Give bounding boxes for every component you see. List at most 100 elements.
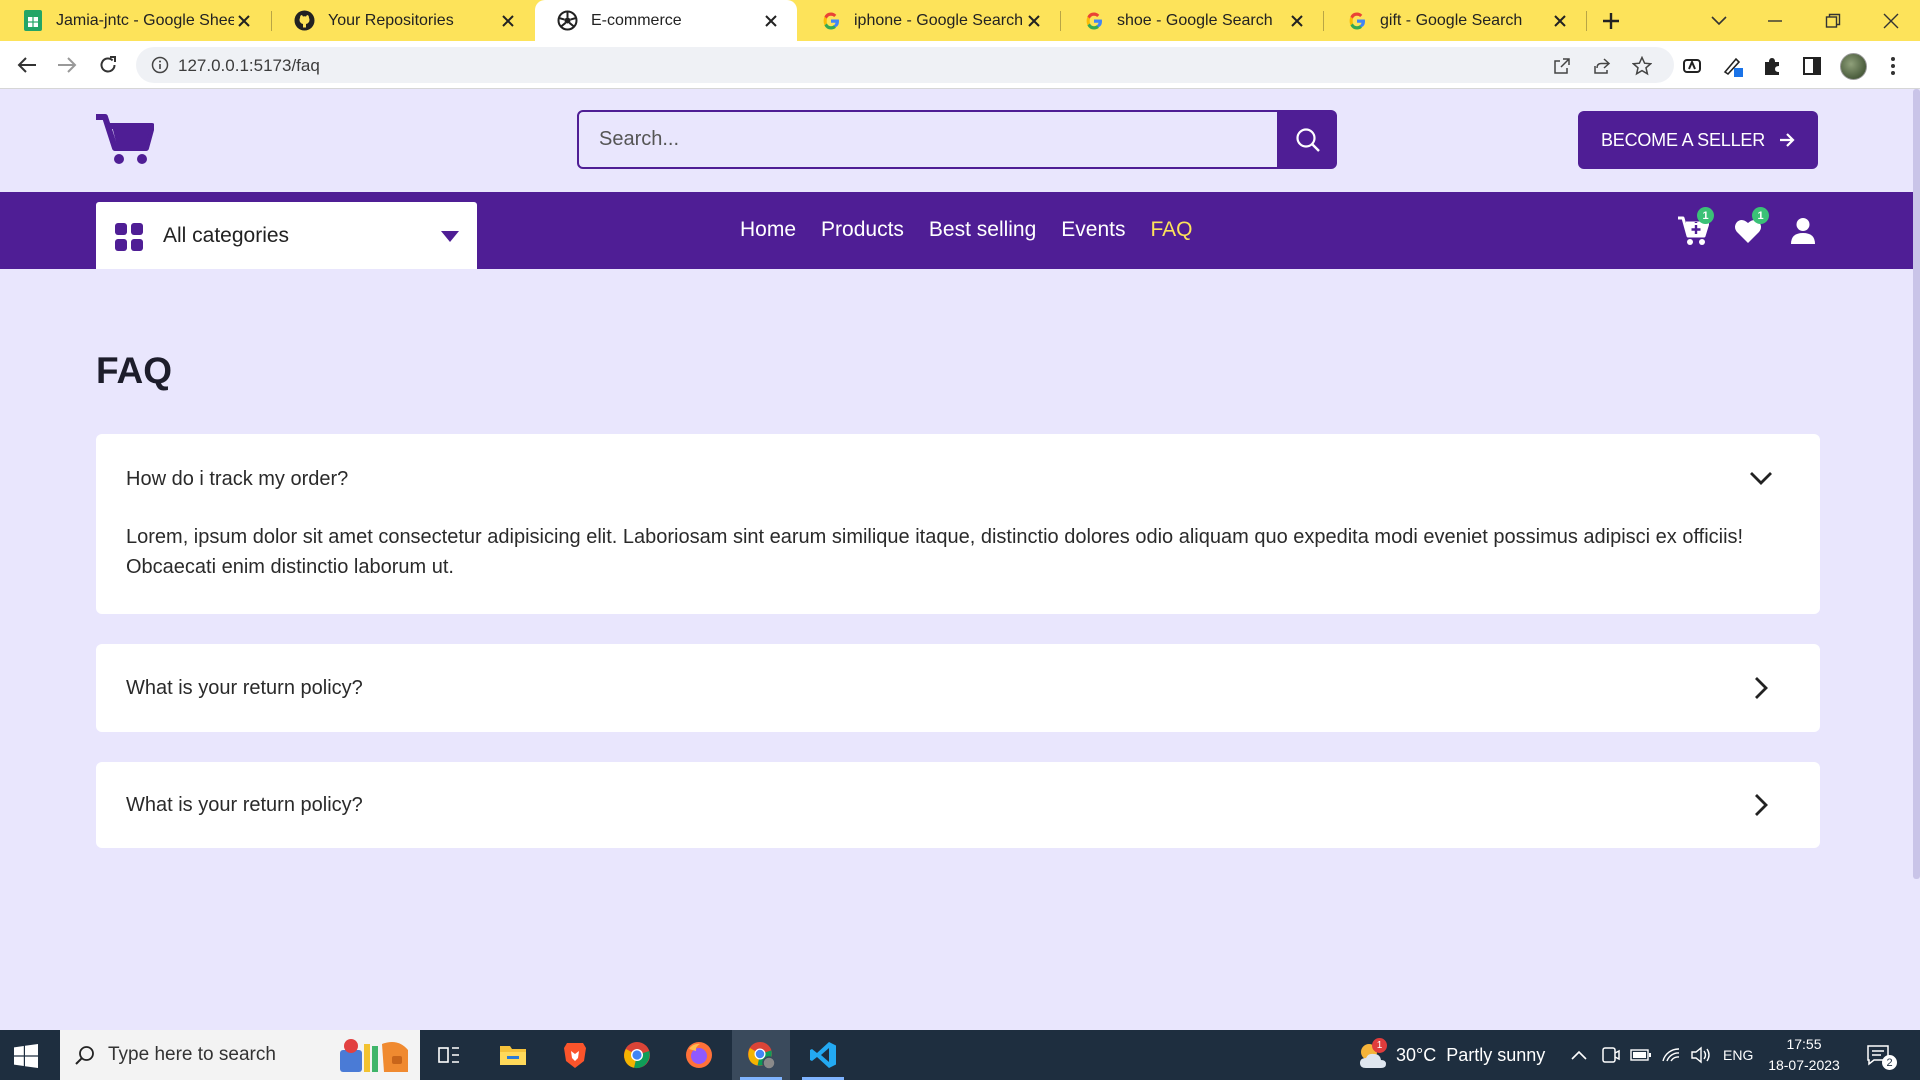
firefox-icon	[685, 1041, 713, 1069]
taskbar-clock[interactable]: 17:55 18-07-2023	[1760, 1034, 1848, 1076]
faq-question[interactable]: What is your return policy?	[126, 677, 363, 700]
faq-question[interactable]: How do i track my order?	[126, 468, 348, 491]
become-seller-button[interactable]: BECOME A SELLER	[1578, 111, 1818, 169]
google-icon	[1346, 10, 1367, 31]
nav-link-faq[interactable]: FAQ	[1151, 218, 1193, 242]
cart-button[interactable]: 1	[1676, 207, 1714, 248]
back-button[interactable]	[13, 51, 41, 79]
file-explorer-button[interactable]	[484, 1030, 542, 1080]
tab-shoe-search[interactable]: shoe - Google Search	[1061, 0, 1323, 41]
weather-widget[interactable]: 1 30°C Partly sunny	[1356, 1030, 1545, 1080]
nav-link-best-selling[interactable]: Best selling	[929, 218, 1036, 242]
minimize-button[interactable]	[1762, 8, 1788, 34]
school-supplies-icon	[336, 1036, 414, 1074]
firefox-button[interactable]	[670, 1030, 728, 1080]
profile-button[interactable]	[1786, 214, 1820, 248]
close-window-button[interactable]	[1878, 8, 1904, 34]
cart-logo-icon[interactable]	[96, 114, 155, 166]
search-button[interactable]	[1279, 110, 1337, 169]
url-text[interactable]: 127.0.0.1:5173/faq	[178, 56, 320, 76]
close-icon[interactable]	[498, 11, 518, 31]
extension-icon[interactable]	[1679, 53, 1705, 79]
chrome-button[interactable]	[608, 1030, 666, 1080]
task-view-icon	[438, 1045, 460, 1065]
wifi-icon[interactable]	[1661, 1030, 1681, 1080]
battery-icon[interactable]	[1630, 1030, 1652, 1080]
github-icon	[294, 10, 315, 31]
pen-extension-icon[interactable]	[1720, 53, 1746, 79]
info-icon[interactable]	[150, 55, 170, 75]
bookmark-star-icon[interactable]	[1630, 54, 1654, 78]
chrome-active-button[interactable]	[732, 1030, 790, 1080]
arrow-right-icon	[1779, 132, 1795, 148]
tab-gift-search[interactable]: gift - Google Search	[1324, 0, 1586, 41]
profile-avatar[interactable]	[1840, 53, 1867, 80]
google-icon	[1083, 10, 1104, 31]
wishlist-count-badge: 1	[1752, 207, 1769, 224]
notification-count-badge: 2	[1882, 1055, 1897, 1070]
vscode-button[interactable]	[794, 1030, 852, 1080]
faq-item: What is your return policy?	[96, 644, 1820, 732]
nav-link-home[interactable]: Home	[740, 218, 796, 242]
close-icon[interactable]	[1024, 11, 1044, 31]
tab-github[interactable]: Your Repositories	[272, 0, 534, 41]
side-panel-icon[interactable]	[1799, 53, 1825, 79]
chevron-right-icon[interactable]	[1746, 673, 1776, 703]
tab-divider	[1586, 11, 1587, 31]
notifications-button[interactable]: 2	[1866, 1030, 1897, 1080]
meet-now-icon[interactable]	[1600, 1030, 1620, 1080]
open-in-app-icon[interactable]	[1550, 54, 1574, 78]
taskbar: Type here to search 1 30°C Partly sunny …	[0, 1030, 1920, 1080]
nav-link-products[interactable]: Products	[821, 218, 904, 242]
nav-link-events[interactable]: Events	[1061, 218, 1125, 242]
chrome-profile-icon	[746, 1040, 776, 1070]
clock-date: 18-07-2023	[1768, 1057, 1840, 1073]
show-hidden-icons-button[interactable]	[1571, 1030, 1587, 1080]
task-view-button[interactable]	[420, 1030, 478, 1080]
faq-question[interactable]: What is your return policy?	[126, 794, 363, 817]
tab-search-button[interactable]	[1706, 8, 1732, 34]
new-tab-button[interactable]	[1598, 8, 1624, 34]
reload-button[interactable]	[94, 51, 122, 79]
chevron-right-icon[interactable]	[1746, 790, 1776, 820]
caret-down-icon	[439, 226, 461, 246]
partly-sunny-icon: 1	[1356, 1038, 1390, 1070]
tab-iphone-search[interactable]: iphone - Google Search	[798, 0, 1060, 41]
close-icon[interactable]	[234, 11, 254, 31]
restore-button[interactable]	[1820, 8, 1846, 34]
close-icon[interactable]	[1550, 11, 1570, 31]
address-bar[interactable]: 127.0.0.1:5173/faq	[136, 47, 1674, 83]
puzzle-icon[interactable]	[1759, 53, 1785, 79]
tab-title: Jamia-jntc - Google Sheets	[56, 11, 234, 29]
windows-start-icon[interactable]	[14, 1044, 38, 1068]
close-icon[interactable]	[1287, 11, 1307, 31]
clock-time: 17:55	[1786, 1036, 1822, 1052]
site-search	[577, 110, 1337, 169]
search-input[interactable]	[577, 110, 1279, 169]
tab-ecommerce[interactable]: E-commerce	[535, 0, 797, 41]
category-dropdown[interactable]: All categories	[96, 202, 477, 269]
nav-links: Home Products Best selling Events FAQ	[740, 218, 1218, 242]
browser-toolbar: 127.0.0.1:5173/faq	[0, 41, 1920, 89]
forward-button[interactable]	[53, 51, 81, 79]
vscode-icon	[809, 1041, 837, 1069]
chevron-down-icon[interactable]	[1746, 463, 1776, 493]
share-icon[interactable]	[1590, 54, 1614, 78]
grid-icon	[114, 222, 144, 252]
tab-google-sheets[interactable]: Jamia-jntc - Google Sheets	[0, 0, 270, 41]
volume-icon[interactable]	[1690, 1030, 1712, 1080]
site-header: BECOME A SELLER	[0, 89, 1920, 192]
taskbar-search[interactable]: Type here to search	[60, 1030, 420, 1080]
faq-answer: Lorem, ipsum dolor sit amet consectetur …	[126, 526, 1744, 578]
google-sheets-icon	[22, 10, 43, 31]
browser-tab-strip: Jamia-jntc - Google Sheets Your Reposito…	[0, 0, 1920, 41]
tab-title: shoe - Google Search	[1117, 11, 1273, 29]
notification-icon: 2	[1866, 1044, 1897, 1070]
page-scrollbar[interactable]	[1913, 89, 1920, 879]
browser-menu-icon[interactable]	[1880, 53, 1906, 79]
language-indicator[interactable]: ENG	[1723, 1030, 1753, 1080]
close-icon[interactable]	[761, 11, 781, 31]
category-label: All categories	[163, 224, 290, 247]
wishlist-button[interactable]: 1	[1731, 207, 1769, 248]
brave-browser-button[interactable]	[546, 1030, 604, 1080]
